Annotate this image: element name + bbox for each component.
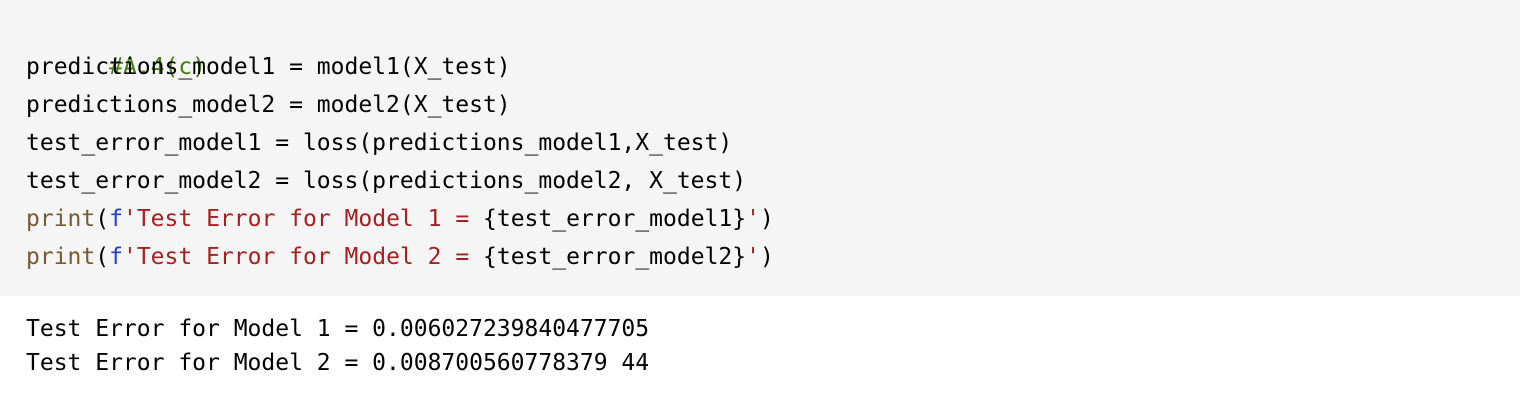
string-token: Test Error for Model 2 =	[136, 244, 484, 270]
string-prefix-token: f	[109, 206, 123, 232]
code-line-2: predictions_model2 = model2(X_test)	[26, 92, 511, 118]
string-prefix-token: f	[109, 244, 123, 270]
code-line-print-2: print(f'Test Error for Model 2 = {test_e…	[26, 238, 1520, 276]
paren-close: )	[759, 206, 774, 232]
code-line-comment: #A.4(c)	[26, 10, 1520, 80]
builtin-token: print	[26, 244, 96, 270]
paren-open: (	[95, 206, 110, 232]
code-line-1: predictions_model1 = model1(X_test)	[26, 54, 511, 80]
output-line-1: Test Error for Model 1 = 0.0060272398404…	[26, 316, 650, 342]
cell-output-area: Test Error for Model 1 = 0.0060272398404…	[0, 296, 1520, 402]
code-input-area[interactable]: #A.4(c) predictions_model1 = model1(X_te…	[0, 0, 1520, 296]
notebook-cell: #A.4(c) predictions_model1 = model1(X_te…	[0, 0, 1520, 402]
string-token: Test Error for Model 1 =	[136, 206, 484, 232]
string-quote-open: '	[122, 244, 137, 270]
string-quote-close: '	[746, 244, 760, 270]
paren-open: (	[95, 244, 110, 270]
output-line-2: Test Error for Model 2 = 0.0087005607783…	[26, 350, 650, 376]
string-quote-open: '	[122, 206, 137, 232]
format-expression: {test_error_model2}	[483, 244, 747, 270]
format-expression: {test_error_model1}	[483, 206, 747, 232]
builtin-token: print	[26, 206, 96, 232]
string-quote-close: '	[746, 206, 760, 232]
paren-close: )	[759, 244, 774, 270]
code-line-3: test_error_model1 = loss(predictions_mod…	[26, 130, 733, 156]
code-line-4: test_error_model2 = loss(predictions_mod…	[26, 168, 747, 194]
code-line-print-1: print(f'Test Error for Model 1 = {test_e…	[26, 200, 1520, 238]
